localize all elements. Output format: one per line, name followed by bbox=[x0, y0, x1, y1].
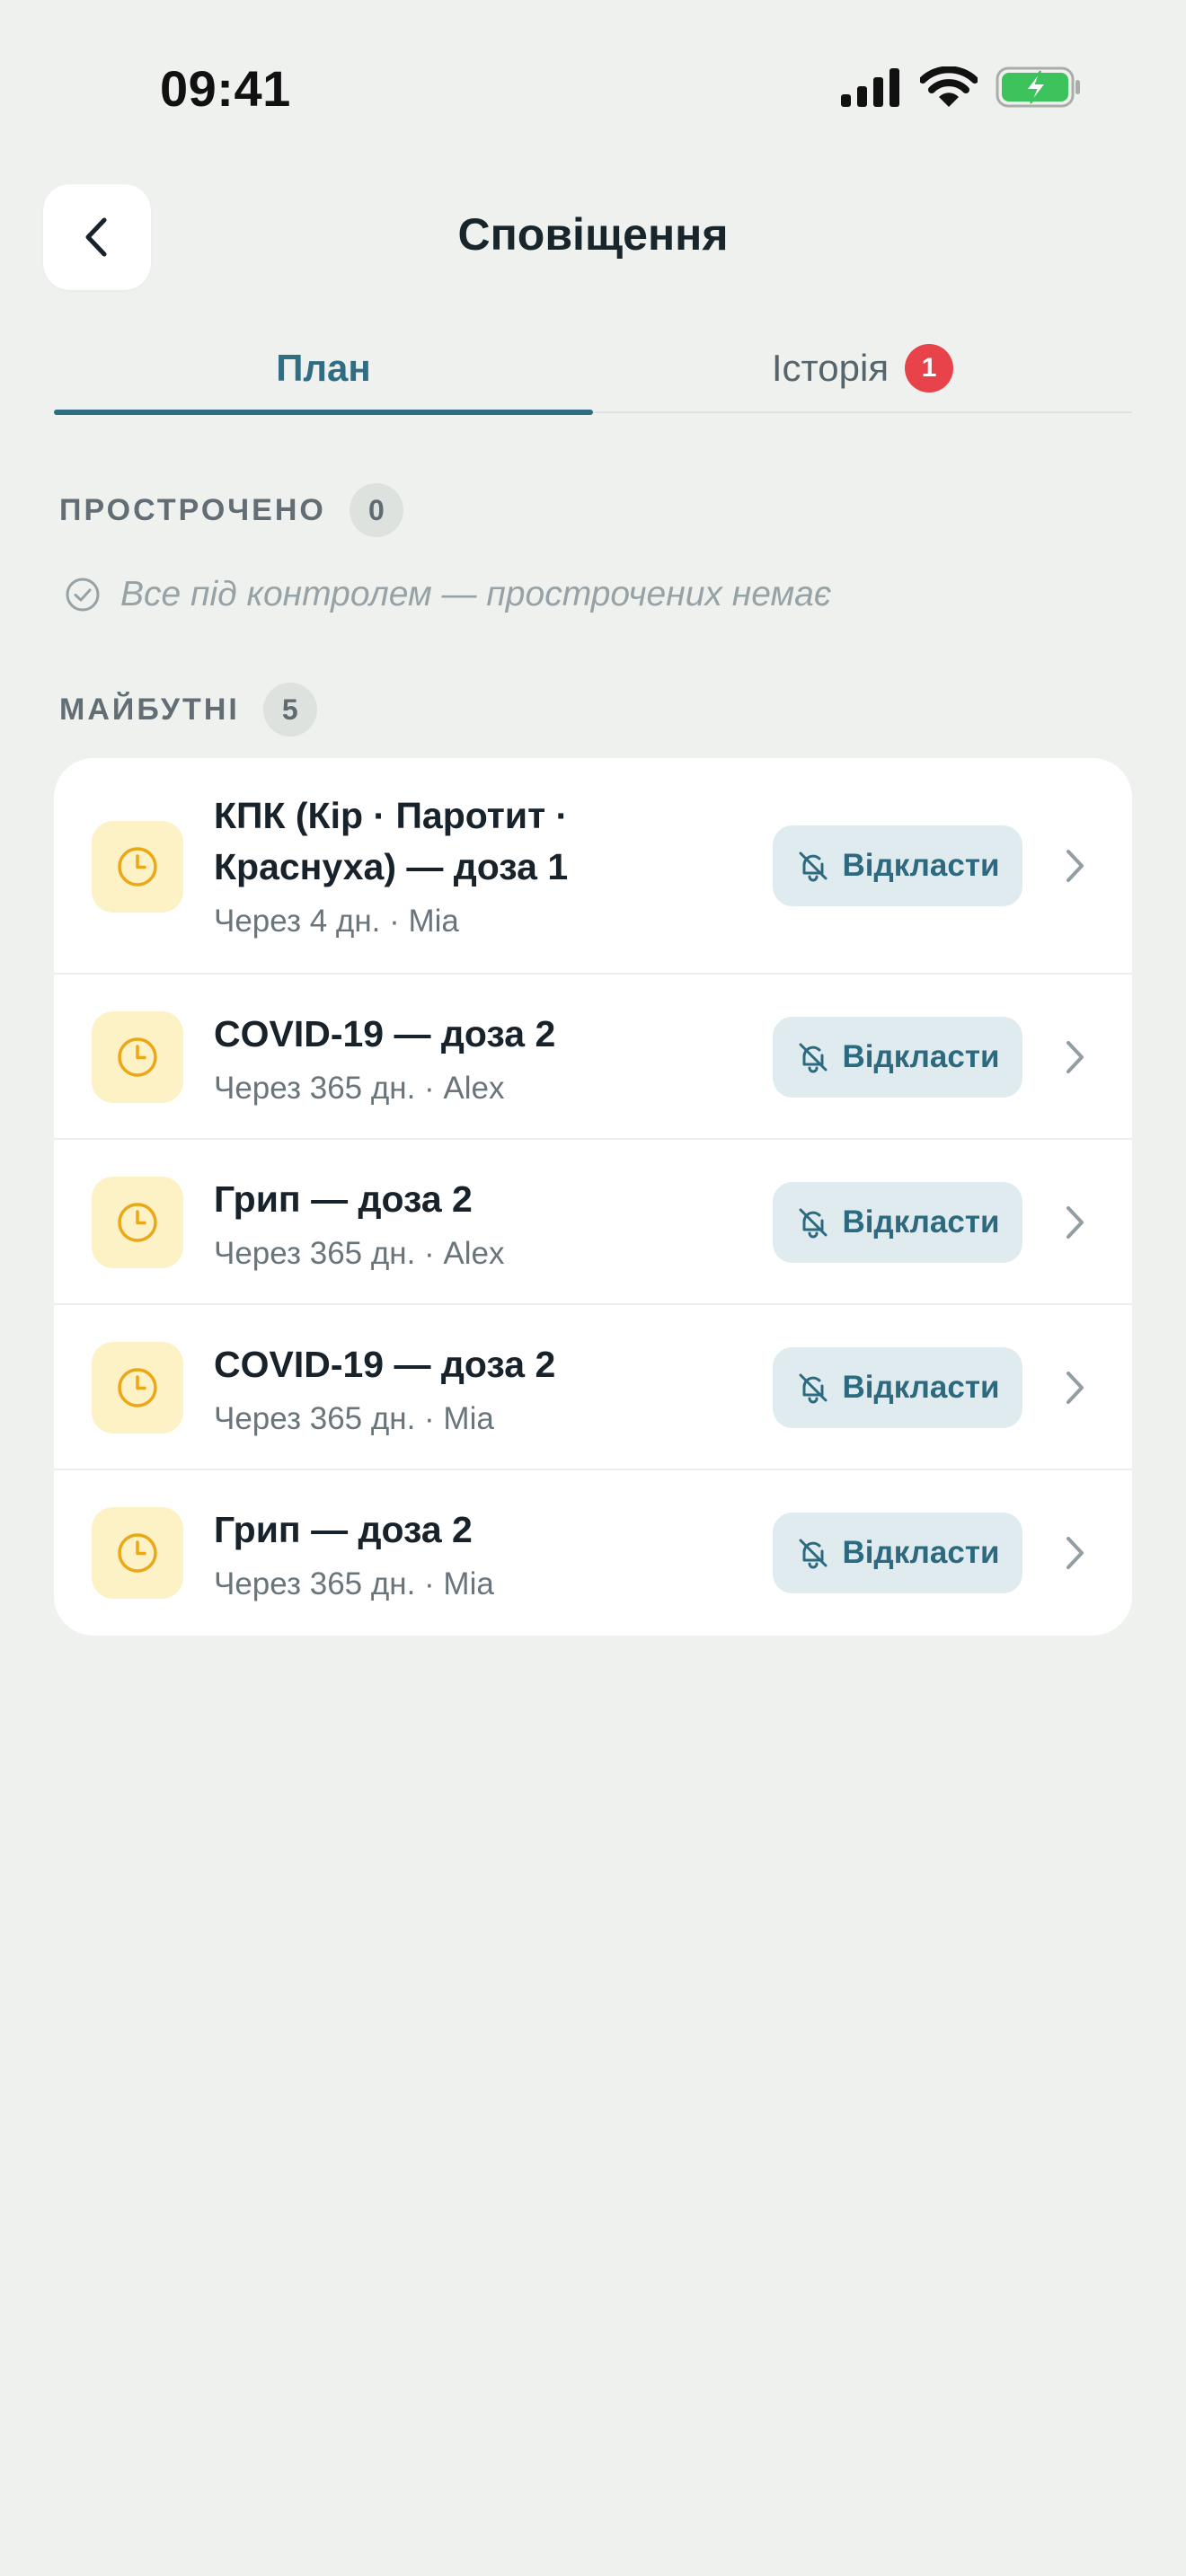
bell-off-icon bbox=[799, 1539, 827, 1569]
snooze-button[interactable]: Відкласти bbox=[773, 1347, 1022, 1428]
clock-icon bbox=[92, 821, 183, 913]
snooze-button[interactable]: Відкласти bbox=[773, 825, 1022, 906]
list-item[interactable]: Грип — доза 2 Через 365 дн. · Alex Відкл… bbox=[54, 1140, 1132, 1305]
wifi-icon bbox=[920, 66, 978, 107]
page-title: Сповіщення bbox=[457, 209, 729, 260]
check-circle-icon bbox=[66, 578, 100, 612]
list-item[interactable]: COVID-19 — доза 2 Через 365 дн. · Alex В… bbox=[54, 975, 1132, 1140]
item-title: COVID-19 — доза 2 bbox=[214, 1344, 556, 1385]
snooze-button[interactable]: Відкласти bbox=[773, 1182, 1022, 1263]
chevron-right-icon bbox=[1067, 1041, 1084, 1073]
status-time: 09:41 bbox=[160, 60, 291, 117]
battery-charging-icon bbox=[996, 66, 1080, 108]
signal-icon bbox=[841, 68, 899, 107]
snooze-label: Відкласти bbox=[842, 1535, 1000, 1570]
bell-off-icon bbox=[799, 1208, 827, 1239]
bell-off-icon bbox=[799, 1373, 827, 1404]
item-subtitle: Через 365 дн. · Alex bbox=[214, 1236, 505, 1271]
upcoming-section-header: МАЙБУТНІ 5 bbox=[59, 683, 317, 737]
upcoming-count-badge: 5 bbox=[262, 683, 317, 737]
snooze-button[interactable]: Відкласти bbox=[773, 1017, 1022, 1098]
tab-plan[interactable]: План bbox=[54, 323, 593, 413]
tab-bar: План Історія 1 bbox=[54, 323, 1132, 415]
tab-plan-label: План bbox=[276, 347, 371, 389]
item-title: COVID-19 — доза 2 bbox=[214, 1013, 556, 1054]
snooze-label: Відкласти bbox=[842, 1039, 1000, 1074]
chevron-right-icon bbox=[1067, 850, 1084, 882]
status-icons bbox=[839, 65, 1082, 110]
clock-icon bbox=[92, 1342, 183, 1434]
overdue-empty-text: Все під контролем — прострочених немає bbox=[120, 575, 832, 613]
notifications-screen: 09:41 Сповіщення План Історія 1 ПРОСТРОЧ… bbox=[0, 0, 1186, 2576]
clock-icon bbox=[92, 1011, 183, 1103]
overdue-section-title: ПРОСТРОЧЕНО bbox=[59, 492, 326, 527]
item-subtitle: Через 365 дн. · Mia bbox=[214, 1401, 494, 1436]
list-item[interactable]: COVID-19 — доза 2 Через 365 дн. · Mia Ві… bbox=[54, 1305, 1132, 1470]
upcoming-list: КПК (Кір · Паротит · Краснуха) — доза 1 … bbox=[54, 758, 1132, 1636]
overdue-empty-note: Все під контролем — прострочених немає bbox=[65, 575, 831, 614]
active-tab-indicator bbox=[54, 410, 593, 415]
list-item[interactable]: Грип — доза 2 Через 365 дн. · Mia Відкла… bbox=[54, 1470, 1132, 1636]
item-subtitle: Через 4 дн. · Mia bbox=[214, 904, 459, 939]
chevron-right-icon bbox=[1067, 1206, 1084, 1239]
item-title: КПК (Кір · Паротит · Краснуха) — доза 1 bbox=[214, 795, 569, 887]
tab-history[interactable]: Історія 1 bbox=[593, 323, 1132, 413]
list-item[interactable]: КПК (Кір · Паротит · Краснуха) — доза 1 … bbox=[54, 758, 1132, 975]
bell-off-icon bbox=[799, 851, 827, 882]
clock-icon bbox=[92, 1507, 183, 1599]
snooze-label: Відкласти bbox=[842, 1370, 1000, 1405]
snooze-label: Відкласти bbox=[842, 848, 1000, 883]
chevron-right-icon bbox=[1067, 1372, 1084, 1404]
item-title: Грип — доза 2 bbox=[214, 1509, 473, 1550]
item-title: Грип — доза 2 bbox=[214, 1178, 473, 1220]
item-subtitle: Через 365 дн. · Alex bbox=[214, 1071, 505, 1106]
overdue-count-badge: 0 bbox=[349, 483, 403, 537]
item-subtitle: Через 365 дн. · Mia bbox=[214, 1566, 494, 1601]
upcoming-section-title: МАЙБУТНІ bbox=[59, 692, 240, 727]
snooze-label: Відкласти bbox=[842, 1204, 1000, 1239]
clock-icon bbox=[92, 1177, 183, 1268]
tab-history-label: Історія bbox=[771, 347, 890, 389]
overdue-section-header: ПРОСТРОЧЕНО 0 bbox=[59, 483, 403, 537]
snooze-button[interactable]: Відкласти bbox=[773, 1513, 1022, 1593]
history-count-badge: 1 bbox=[905, 344, 954, 393]
bell-off-icon bbox=[799, 1043, 827, 1073]
chevron-right-icon bbox=[1067, 1537, 1084, 1569]
